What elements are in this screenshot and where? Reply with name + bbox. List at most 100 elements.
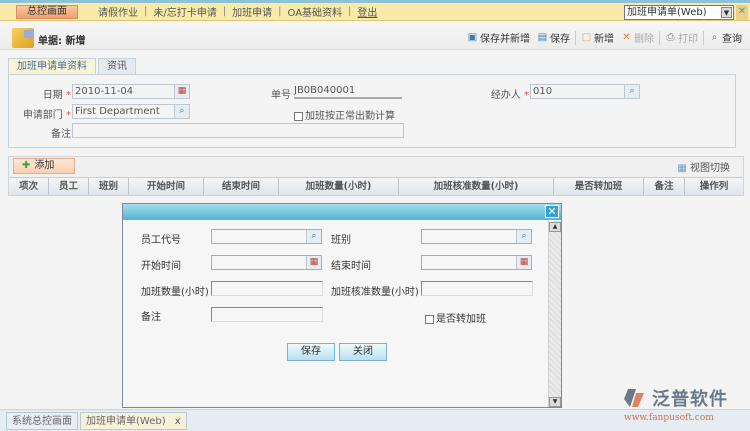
dialog-titlebar[interactable]: ✕ — [123, 204, 561, 220]
calendar-icon[interactable]: ▦ — [174, 85, 189, 98]
column-header[interactable]: 项次 — [9, 178, 49, 195]
checkbox[interactable] — [294, 111, 303, 121]
dept-label: 申请部门 * — [22, 110, 71, 121]
column-header[interactable]: 班别 — [89, 178, 129, 195]
scroll-down-icon[interactable]: ▼ — [549, 397, 561, 407]
qty-label: 加班数量(小时) — [141, 287, 209, 298]
shift-input[interactable]: ⌕ — [421, 229, 532, 244]
save-label: 保存 — [550, 34, 570, 45]
approved-qty-input[interactable] — [421, 281, 533, 296]
remark-label: 备注 — [141, 312, 161, 323]
emp-label: 员工代号 — [141, 235, 181, 246]
logo-name: 泛普软件 — [652, 389, 728, 410]
column-header[interactable]: 结束时间 — [204, 178, 279, 195]
column-header[interactable]: 是否转加班 — [554, 178, 644, 195]
column-header[interactable]: 开始时间 — [129, 178, 204, 195]
bottom-tab-label: 加班申请单(Web) — [86, 416, 166, 427]
dialog-save-button[interactable]: 保存 — [287, 343, 335, 361]
delete-button[interactable]: ✕ 删除 — [619, 30, 656, 45]
search-icon: ⌕ — [711, 32, 718, 43]
calendar-icon[interactable]: ▦ — [306, 256, 321, 269]
grid-view-icon: ▦ — [677, 163, 687, 174]
nav-punch[interactable]: 未/忘打卡申请 — [147, 4, 222, 19]
save-button[interactable]: ▤ 保存 — [535, 30, 572, 45]
convert-checkbox[interactable]: 是否转加班 — [425, 310, 486, 325]
doc-no-label: 单号 — [271, 90, 291, 101]
bottom-tab-dashboard[interactable]: 系统总控画面 — [6, 412, 78, 430]
end-time-input[interactable]: ▦ — [421, 255, 532, 270]
column-header[interactable]: 加班数量(小时) — [279, 178, 399, 195]
start-time-input[interactable]: ▦ — [211, 255, 322, 270]
document-select-value: 加班申请单(Web) — [627, 7, 707, 18]
date-label: 日期 * — [42, 90, 71, 101]
grid-header: 项次 员工 班别 开始时间 结束时间 加班数量(小时) 加班核准数量(小时) 是… — [9, 177, 743, 195]
dialog-close-text-button[interactable]: 关闭 — [339, 343, 387, 361]
save-icon: ▤ — [537, 32, 548, 43]
divider — [575, 30, 576, 45]
view-switch-button[interactable]: ▦ 视图切换 — [677, 159, 730, 174]
calc-checkbox[interactable]: 加班按正常出勤计算 — [294, 107, 395, 122]
tab-info[interactable]: 资讯 — [98, 58, 136, 74]
save-new-icon: ▣ — [467, 32, 478, 43]
convert-label: 是否转加班 — [436, 314, 486, 325]
shift-label: 班别 — [331, 235, 351, 246]
divider — [659, 30, 660, 45]
nav-oa-basic[interactable]: OA基础资料 — [282, 4, 349, 19]
plus-icon: ✚ — [22, 160, 31, 171]
document-icon — [12, 28, 34, 48]
nav-home-button[interactable]: 总控画面 — [16, 4, 78, 19]
toolbar: ▣ 保存并新增 ▤ 保存 □ 新增 ✕ 删除 ⎙ 打印 ⌕ 查询 — [465, 30, 744, 45]
tab-overtime-info[interactable]: 加班申请单资料 — [8, 58, 96, 74]
dialog-scrollbar[interactable]: ▲ ▼ — [548, 221, 561, 407]
logo-mark — [624, 389, 644, 407]
remark-input[interactable] — [72, 123, 404, 138]
lookup-icon[interactable]: ⌕ — [306, 230, 321, 243]
add-label: 添加 — [34, 160, 55, 171]
remark-input[interactable] — [211, 307, 323, 322]
new-button[interactable]: □ 新增 — [579, 30, 616, 45]
handler-label: 经办人 * — [490, 90, 529, 101]
qty-input[interactable] — [211, 281, 323, 296]
approved-qty-label: 加班核准数量(小时) — [331, 287, 419, 298]
start-label: 开始时间 — [141, 261, 181, 272]
scroll-up-icon[interactable]: ▲ — [549, 222, 561, 232]
delete-icon: ✕ — [622, 32, 631, 43]
nav-leave[interactable]: 请假作业 — [92, 4, 144, 19]
nav-overtime[interactable]: 加班申请 — [226, 4, 278, 19]
print-button[interactable]: ⎙ 打印 — [663, 30, 700, 45]
handler-input[interactable]: 010 ⌕ — [530, 84, 640, 99]
calendar-icon[interactable]: ▦ — [516, 256, 531, 269]
lookup-icon[interactable]: ⌕ — [624, 85, 639, 98]
lookup-icon[interactable]: ⌕ — [516, 230, 531, 243]
column-header[interactable]: 备注 — [644, 178, 685, 195]
logo-url: www.fanpusoft.com — [624, 413, 714, 423]
column-header[interactable]: 操作列 — [685, 178, 743, 195]
form-tabs: 加班申请单资料 资讯 — [8, 58, 138, 74]
date-input[interactable]: 2010-11-04 ▦ — [72, 84, 190, 99]
dept-input[interactable]: First Department ⌕ — [72, 104, 190, 119]
close-tab-icon[interactable]: x — [175, 416, 181, 427]
delete-label: 删除 — [634, 34, 654, 45]
printer-icon: ⎙ — [666, 32, 675, 43]
checkbox[interactable] — [425, 314, 434, 324]
dialog-close-button[interactable]: ✕ — [545, 205, 559, 218]
print-label: 打印 — [678, 34, 698, 45]
add-row-button[interactable]: ✚ 添加 — [13, 158, 75, 174]
nav-logout[interactable]: 登出 — [351, 4, 383, 19]
close-window-button[interactable]: ✕ — [736, 5, 748, 20]
lookup-icon[interactable]: ⌕ — [174, 105, 189, 118]
document-select[interactable]: 加班申请单(Web) ▼ — [624, 5, 734, 20]
bottom-tab-overtime[interactable]: 加班申请单(Web) x — [80, 412, 187, 430]
page-title: 单据: 新增 — [38, 36, 86, 47]
column-header[interactable]: 加班核准数量(小时) — [399, 178, 554, 195]
save-and-new-button[interactable]: ▣ 保存并新增 — [465, 30, 532, 45]
save-and-new-label: 保存并新增 — [480, 34, 530, 45]
emp-input[interactable]: ⌕ — [211, 229, 322, 244]
detail-dialog: ✕ 员工代号 ⌕ 班别 ⌕ 开始时间 ▦ 结束时间 ▦ 加班数量(小时) 加班核… — [122, 203, 562, 408]
query-button[interactable]: ⌕ 查询 — [707, 30, 744, 45]
doc-no-value: JB0B040001 — [294, 85, 402, 99]
query-label: 查询 — [722, 34, 742, 45]
divider — [703, 30, 704, 45]
form-panel: 日期 * 2010-11-04 ▦ 单号 JB0B040001 经办人 * 010… — [8, 74, 736, 148]
column-header[interactable]: 员工 — [49, 178, 89, 195]
